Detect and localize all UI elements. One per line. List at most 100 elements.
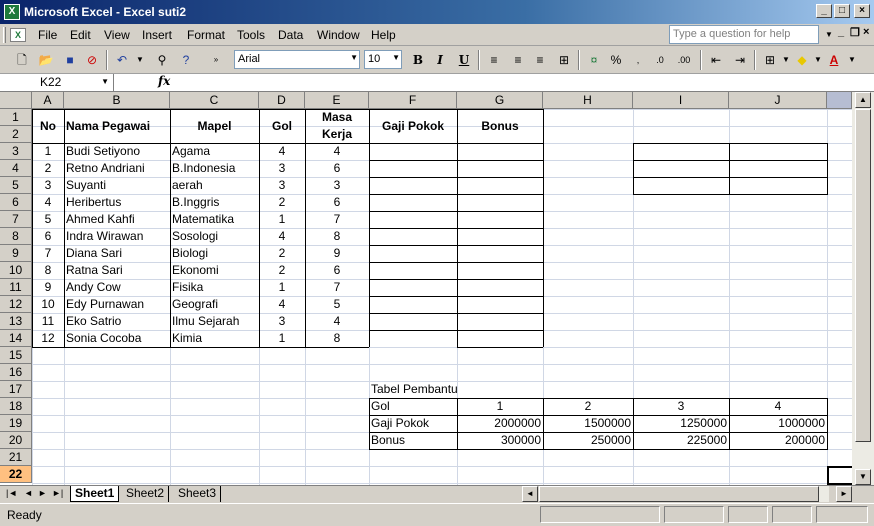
column-header[interactable]: G bbox=[457, 92, 543, 109]
select-all-corner[interactable] bbox=[0, 92, 32, 109]
column-header[interactable] bbox=[827, 92, 852, 109]
cell-no[interactable]: 8 bbox=[32, 262, 64, 279]
helper-value[interactable]: 2000000 bbox=[457, 415, 543, 432]
cell-no[interactable]: 12 bbox=[32, 330, 64, 347]
menu-format[interactable]: Format bbox=[187, 28, 225, 42]
merge-center-icon[interactable]: ⊞ bbox=[554, 50, 574, 70]
helper-value[interactable]: 1000000 bbox=[729, 415, 827, 432]
scroll-right-button[interactable]: ► bbox=[836, 486, 852, 502]
row-header[interactable]: 13 bbox=[0, 313, 32, 330]
decrease-indent-icon[interactable]: ⇤ bbox=[706, 50, 726, 70]
row-header[interactable]: 16 bbox=[0, 364, 32, 381]
cell-no[interactable]: 1 bbox=[32, 143, 64, 160]
undo-dropdown-icon[interactable]: ▼ bbox=[130, 50, 150, 70]
cell-no[interactable]: 2 bbox=[32, 160, 64, 177]
active-cell-k22[interactable] bbox=[827, 466, 852, 485]
cell-masa-kerja[interactable]: 4 bbox=[305, 143, 369, 160]
menu-insert[interactable]: Insert bbox=[142, 28, 172, 42]
menu-view[interactable]: View bbox=[104, 28, 130, 42]
column-header[interactable]: E bbox=[305, 92, 369, 109]
row-header[interactable]: 15 bbox=[0, 347, 32, 364]
column-header[interactable]: H bbox=[543, 92, 633, 109]
cell-masa-kerja[interactable]: 5 bbox=[305, 296, 369, 313]
prev-sheet-icon[interactable]: ◄ bbox=[24, 488, 33, 498]
cell-gol[interactable]: 4 bbox=[259, 228, 305, 245]
font-name-select[interactable]: Arial ▼ bbox=[234, 50, 360, 69]
doc-minimize-button[interactable]: _ bbox=[838, 26, 844, 38]
cell-gol[interactable]: 3 bbox=[259, 177, 305, 194]
formula-input[interactable] bbox=[176, 74, 872, 91]
cell-nama-pegawai[interactable]: Budi Setiyono bbox=[64, 143, 170, 160]
horizontal-scroll-thumb[interactable] bbox=[539, 486, 819, 502]
cell-gol[interactable]: 1 bbox=[259, 211, 305, 228]
workbook-icon[interactable]: X bbox=[10, 28, 26, 42]
column-header[interactable]: D bbox=[259, 92, 305, 109]
cell-gol[interactable]: 4 bbox=[259, 296, 305, 313]
scroll-up-button[interactable]: ▲ bbox=[855, 92, 871, 108]
helper-label[interactable]: Gaji Pokok bbox=[369, 415, 457, 432]
cell-no[interactable]: 6 bbox=[32, 228, 64, 245]
scroll-left-button[interactable]: ◄ bbox=[522, 486, 538, 502]
cell-masa-kerja[interactable]: 4 bbox=[305, 313, 369, 330]
cell-mapel[interactable]: Fisika bbox=[170, 279, 259, 296]
menu-file[interactable]: File bbox=[38, 28, 57, 42]
currency-icon[interactable]: ¤ bbox=[584, 50, 604, 70]
cell-no[interactable]: 9 bbox=[32, 279, 64, 296]
cell-mapel[interactable]: aerah bbox=[170, 177, 259, 194]
cell-no[interactable]: 4 bbox=[32, 194, 64, 211]
cell-nama-pegawai[interactable]: Edy Purnawan bbox=[64, 296, 170, 313]
chevron-down-icon[interactable]: ▼ bbox=[101, 77, 109, 86]
toolbar-options-icon[interactable]: » bbox=[210, 50, 222, 70]
column-header[interactable]: B bbox=[64, 92, 170, 109]
tab-sheet3[interactable]: Sheet3 bbox=[174, 486, 222, 502]
cell-nama-pegawai[interactable]: Andy Cow bbox=[64, 279, 170, 296]
menu-edit[interactable]: Edit bbox=[70, 28, 91, 42]
row-header[interactable]: 11 bbox=[0, 279, 32, 296]
spreadsheet-grid[interactable]: A B C D E F G H I J 1 2 3 4 5 6 7 8 9 10 11 12 13 14 15 16 17 18 19 2… bbox=[0, 92, 852, 485]
helper-label[interactable]: Gol bbox=[369, 398, 457, 415]
cell-no[interactable]: 7 bbox=[32, 245, 64, 262]
row-header[interactable]: 21 bbox=[0, 449, 32, 466]
helper-value[interactable]: 2 bbox=[543, 398, 633, 415]
increase-decimal-icon[interactable]: .0 bbox=[650, 50, 670, 70]
cell-gol[interactable]: 2 bbox=[259, 245, 305, 262]
row-header[interactable]: 8 bbox=[0, 228, 32, 245]
cell-gol[interactable]: 1 bbox=[259, 330, 305, 347]
menu-tools[interactable]: Tools bbox=[237, 28, 265, 42]
cell-masa-kerja[interactable]: 7 bbox=[305, 279, 369, 296]
align-right-icon[interactable]: ≡ bbox=[530, 50, 550, 70]
cell-no[interactable]: 11 bbox=[32, 313, 64, 330]
cell-nama-pegawai[interactable]: Ratna Sari bbox=[64, 262, 170, 279]
cell-masa-kerja[interactable]: 9 bbox=[305, 245, 369, 262]
cell-nama-pegawai[interactable]: Heribertus bbox=[64, 194, 170, 211]
cell-nama-pegawai[interactable]: Eko Satrio bbox=[64, 313, 170, 330]
cell-nama-pegawai[interactable]: Indra Wirawan bbox=[64, 228, 170, 245]
permission-icon[interactable]: ⊘ bbox=[82, 50, 102, 70]
column-header[interactable]: J bbox=[729, 92, 827, 109]
row-header[interactable]: 1 bbox=[0, 109, 32, 126]
undo-icon[interactable]: ↶ bbox=[112, 50, 132, 70]
excel-app-icon[interactable]: X bbox=[4, 4, 20, 20]
helper-value[interactable]: 1250000 bbox=[633, 415, 729, 432]
cell-mapel[interactable]: Matematika bbox=[170, 211, 259, 228]
last-sheet-icon[interactable]: ►| bbox=[52, 488, 63, 498]
row-header[interactable]: 20 bbox=[0, 432, 32, 449]
font-color-icon[interactable]: A bbox=[824, 50, 844, 70]
scroll-down-button[interactable]: ▼ bbox=[855, 469, 871, 485]
percent-icon[interactable]: % bbox=[606, 50, 626, 70]
cell-masa-kerja[interactable]: 6 bbox=[305, 262, 369, 279]
increase-indent-icon[interactable]: ⇥ bbox=[730, 50, 750, 70]
row-header[interactable]: 18 bbox=[0, 398, 32, 415]
minimize-button[interactable]: _ bbox=[816, 4, 832, 18]
row-header[interactable]: 19 bbox=[0, 415, 32, 432]
cell-nama-pegawai[interactable]: Diana Sari bbox=[64, 245, 170, 262]
header-gaji-pokok[interactable]: Gaji Pokok bbox=[369, 109, 457, 143]
helper-value[interactable]: 1 bbox=[457, 398, 543, 415]
cell-gol[interactable]: 3 bbox=[259, 160, 305, 177]
font-size-select[interactable]: 10 ▼ bbox=[364, 50, 402, 69]
helper-value[interactable]: 250000 bbox=[543, 432, 633, 449]
header-nama-pegawai[interactable]: Nama Pegawai bbox=[64, 109, 170, 143]
tab-sheet1[interactable]: Sheet1 bbox=[70, 486, 120, 502]
research-icon[interactable]: ⚲ bbox=[152, 50, 172, 70]
row-header[interactable]: 22 bbox=[0, 466, 32, 483]
